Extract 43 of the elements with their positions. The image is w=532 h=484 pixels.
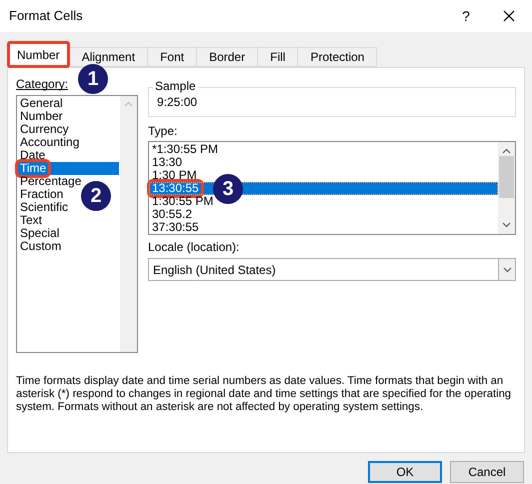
list-item[interactable]: Special xyxy=(17,227,60,240)
cancel-button[interactable]: Cancel xyxy=(450,461,524,483)
list-item[interactable]: *1:30:55 PM xyxy=(149,143,218,156)
ok-button[interactable]: OK xyxy=(368,461,442,483)
sample-value: 9:25:00 xyxy=(157,95,198,109)
scroll-thumb[interactable] xyxy=(499,156,514,198)
list-item[interactable]: General xyxy=(17,97,63,110)
list-item[interactable]: Time xyxy=(17,162,119,175)
list-item[interactable]: 37:30:55 xyxy=(149,221,199,234)
list-item[interactable]: 1:30 PM xyxy=(149,169,197,182)
help-button[interactable]: ? xyxy=(446,0,486,32)
tab[interactable]: Alignment xyxy=(70,47,148,67)
list-item[interactable]: Date xyxy=(17,149,46,162)
list-item[interactable]: Text xyxy=(17,214,42,227)
list-item[interactable]: Currency xyxy=(17,123,69,136)
scroll-up-icon xyxy=(502,148,511,154)
list-item[interactable]: Percentage xyxy=(17,175,82,188)
list-item[interactable]: Number xyxy=(17,110,63,123)
scroll-down-icon xyxy=(502,222,511,228)
list-item[interactable]: Custom xyxy=(17,240,62,253)
list-item[interactable]: Fraction xyxy=(17,188,64,201)
locale-dropdown[interactable]: English (United States) xyxy=(148,258,516,281)
scrollbar[interactable] xyxy=(498,142,515,234)
locale-label: Locale (location): xyxy=(148,240,240,255)
list-item[interactable]: Scientific xyxy=(17,201,68,214)
category-label: Category: xyxy=(16,77,68,92)
type-label: Type: xyxy=(148,124,178,139)
tab[interactable]: Protection xyxy=(298,47,378,67)
tab[interactable]: Fill xyxy=(258,47,298,67)
scroll-up-icon xyxy=(124,101,133,107)
window-title: Format Cells xyxy=(9,7,83,26)
list-item[interactable]: 1:30:55 PM xyxy=(149,195,214,208)
close-icon xyxy=(503,10,515,22)
scrollbar[interactable] xyxy=(120,96,137,352)
locale-value: English (United States) xyxy=(152,262,277,278)
description-text: Time formats display date and time serial numbers as date values. Time formats that begin with an asterisk (*) respond to changes in regional date and time settings that are specified for the operating system. Formats without an asterisk are not affected by operating system settings. xyxy=(16,375,512,414)
sample-label: Sample xyxy=(153,79,198,93)
list-item[interactable]: 30:55.2 xyxy=(149,208,192,221)
tab[interactable]: Font xyxy=(148,47,198,67)
list-item[interactable]: 13:30 xyxy=(149,156,182,169)
tab[interactable]: Number xyxy=(7,41,70,68)
list-item[interactable]: Accounting xyxy=(17,136,80,149)
tab[interactable]: Border xyxy=(197,47,258,67)
